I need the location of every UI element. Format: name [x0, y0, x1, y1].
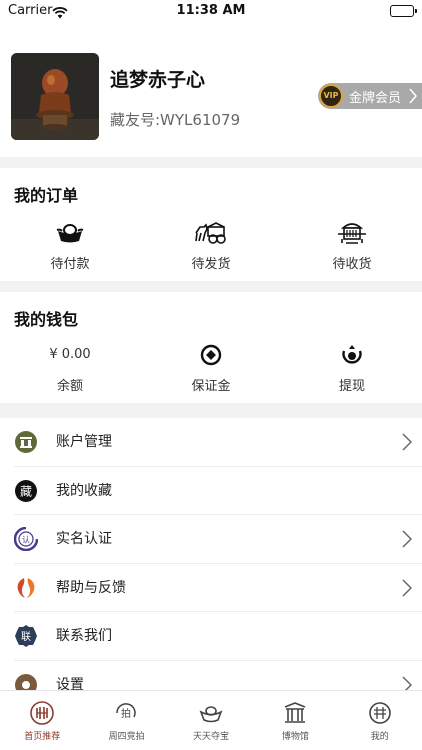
collector-id: 藏友号:WYL61079 [110, 111, 241, 129]
menu-item-label: 实名认证 [56, 531, 112, 547]
tab-treasure[interactable]: 天天夺宝 [169, 691, 253, 750]
coin-icon [141, 340, 281, 370]
help-icon [14, 576, 38, 600]
battery-icon [390, 5, 417, 17]
settings-icon [14, 673, 38, 690]
gold-ingot-icon [0, 218, 140, 248]
order-pending-receipt[interactable]: 待收货 [282, 218, 422, 272]
treasure-icon [199, 701, 223, 725]
settings-menu: 账户管理 藏 我的收藏 认 实名认证 帮助与反馈 联 联系我们 设置 [0, 418, 422, 690]
wallet-section: 我的钱包 ¥ 0.00 余额 保证金 提现 [0, 292, 422, 403]
tab-bar: 首页推荐 拍 周四竞拍 天天夺宝 博物馆 我的 [0, 690, 422, 750]
menu-item-contact[interactable]: 联 联系我们 [0, 612, 422, 661]
contact-icon-glyph: 联 [21, 631, 31, 643]
contact-icon: 联 [14, 624, 38, 648]
wallet-withdraw[interactable]: 提现 [282, 340, 422, 394]
wallet-deposit[interactable]: 保证金 [141, 340, 281, 394]
menu-item-label: 联系我们 [56, 628, 112, 644]
menu-item-verification[interactable]: 认 实名认证 [0, 515, 422, 564]
collection-icon: 藏 [14, 479, 38, 503]
order-pending-receipt-label: 待收货 [332, 257, 372, 272]
tab-home[interactable]: 首页推荐 [0, 691, 84, 750]
tab-label: 周四竞拍 [108, 732, 145, 742]
menu-item-label: 账户管理 [56, 434, 112, 450]
menu-item-account[interactable]: 账户管理 [0, 418, 422, 467]
username: 追梦赤子心 [110, 69, 206, 91]
mine-icon [368, 701, 392, 725]
chevron-right-icon [402, 530, 413, 552]
order-pending-payment-label: 待付款 [50, 257, 90, 272]
tab-label: 我的 [370, 732, 389, 742]
tab-label: 首页推荐 [24, 732, 61, 742]
verify-icon-glyph: 认 [22, 535, 30, 545]
vip-label: 金牌会员 [349, 91, 402, 106]
order-pending-shipment-label: 待发货 [191, 257, 231, 272]
balance-value: ¥ 0.00 [49, 347, 91, 362]
museum-icon [283, 701, 307, 725]
orders-title: 我的订单 [14, 186, 79, 205]
chevron-right-icon [409, 86, 417, 110]
vip-badge[interactable]: VIP 金牌会员 [318, 83, 422, 109]
order-pending-shipment[interactable]: 待发货 [141, 218, 281, 272]
tab-mine[interactable]: 我的 [338, 691, 422, 750]
menu-item-label: 设置 [56, 676, 84, 691]
sedan-chair-icon [282, 218, 422, 248]
home-icon [30, 701, 54, 725]
chevron-right-icon [402, 578, 413, 601]
orders-section: 我的订单 待付款 待发货 待收货 [0, 168, 422, 281]
clock: 11:38 AM [176, 3, 246, 18]
balance-label: 余额 [56, 379, 83, 394]
profile-header: 追梦赤子心 藏友号:WYL61079 VIP 金牌会员 [0, 24, 422, 157]
chevron-right-icon [402, 433, 413, 455]
tab-label: 博物馆 [281, 732, 309, 742]
wallet-title: 我的钱包 [14, 310, 79, 329]
tab-auction[interactable]: 拍 周四竞拍 [84, 691, 168, 750]
vip-icon: VIP [319, 84, 343, 108]
tab-label: 天天夺宝 [192, 732, 229, 742]
withdraw-icon [282, 340, 422, 370]
deposit-label: 保证金 [191, 379, 231, 394]
menu-item-help[interactable]: 帮助与反馈 [0, 564, 422, 612]
order-pending-payment[interactable]: 待付款 [0, 218, 140, 272]
account-icon [14, 430, 38, 454]
menu-item-collection[interactable]: 藏 我的收藏 [0, 467, 422, 515]
wallet-balance[interactable]: ¥ 0.00 余额 [0, 340, 140, 394]
tab-museum[interactable]: 博物馆 [253, 691, 337, 750]
verify-icon: 认 [13, 526, 39, 552]
horse-carriage-icon [141, 218, 281, 248]
menu-item-label: 我的收藏 [56, 482, 112, 499]
auction-icon: 拍 [114, 701, 138, 725]
chevron-right-icon [402, 675, 413, 690]
auction-icon-glyph: 拍 [121, 707, 131, 720]
collection-icon-glyph: 藏 [20, 484, 32, 498]
menu-item-settings[interactable]: 设置 [0, 661, 422, 691]
status-bar: Carrier 11:38 AM [0, 0, 422, 24]
avatar[interactable] [11, 53, 99, 140]
withdraw-label: 提现 [338, 379, 365, 394]
menu-item-label: 帮助与反馈 [56, 579, 126, 596]
